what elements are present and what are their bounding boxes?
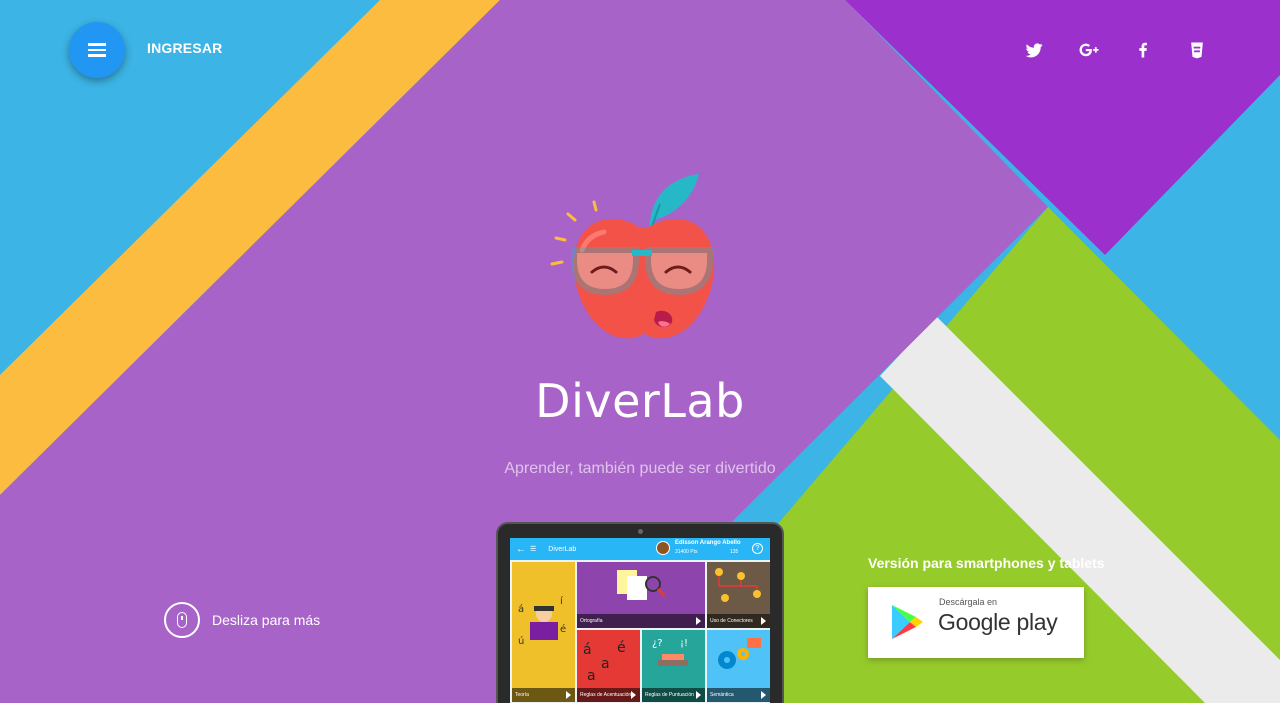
tile-semantica: Semántica: [707, 630, 770, 702]
tablet-camera: [638, 529, 643, 534]
apple-logo-icon: [550, 174, 715, 339]
magnifier-illustration-icon: [617, 570, 667, 600]
letters-illustration-icon: á a é a: [583, 640, 626, 684]
svg-text:a: a: [587, 668, 596, 684]
help-icon: ?: [752, 543, 763, 554]
user-name: Edisson Arango Abello: [675, 540, 741, 546]
hamburger-menu-icon: [88, 42, 106, 59]
svg-text:¡!: ¡!: [680, 638, 688, 649]
tile-caption: Uso de Conectores: [707, 614, 770, 628]
tile-puntuacion: ¿? ¡! Reglas de Puntuación: [642, 630, 705, 702]
blog-icon[interactable]: [1185, 38, 1209, 62]
reader-illustration-icon: á é ú í: [518, 595, 566, 647]
version-text: Versión para smartphones y tablets: [868, 555, 1105, 571]
user-points: 31400 Pts: [675, 549, 698, 555]
tablet-preview: ← ☰ DiverLab Edisson Arango Abello 31400…: [496, 522, 784, 703]
app-title: DiverLab: [548, 545, 577, 553]
play-arrow-icon: [761, 617, 766, 625]
play-arrow-icon: [566, 691, 571, 699]
tile-conectores: Uso de Conectores: [707, 562, 770, 628]
tile-caption: Semántica: [707, 688, 770, 702]
badge-small-text: Descárgala en: [939, 597, 998, 607]
google-play-badge[interactable]: Descárgala en Google play: [868, 587, 1084, 658]
app-screen: ← ☰ DiverLab Edisson Arango Abello 31400…: [510, 538, 770, 703]
play-arrow-icon: [631, 691, 636, 699]
svg-text:¿?: ¿?: [652, 638, 663, 649]
login-link[interactable]: INGRESAR: [147, 40, 223, 56]
brand-title: DiverLab: [535, 374, 745, 428]
tile-caption: Reglas de Acentuación: [577, 688, 640, 702]
punctuation-illustration-icon: ¿? ¡!: [652, 638, 688, 666]
scroll-hint-label: Desliza para más: [212, 612, 321, 628]
play-arrow-icon: [696, 617, 701, 625]
coins-count: 135: [730, 549, 739, 555]
tile-caption: Teoría: [512, 688, 575, 702]
tile-caption: Ortografía: [577, 614, 705, 628]
app-menu-icon: ☰: [530, 546, 537, 553]
tile-caption: Reglas de Puntuación: [642, 688, 705, 702]
mouse-icon: [164, 602, 200, 638]
badge-big-text: Google play: [938, 609, 1058, 635]
svg-text:a: a: [601, 656, 610, 672]
svg-text:ú: ú: [518, 635, 524, 647]
bulbs-illustration-icon: [715, 568, 761, 602]
tile-acentuacion: á a é a Reglas de Acentuación: [577, 630, 640, 702]
back-arrow-icon: ←: [516, 543, 526, 555]
play-arrow-icon: [696, 691, 701, 699]
svg-text:á: á: [583, 642, 592, 658]
svg-text:é: é: [560, 623, 566, 635]
twitter-icon[interactable]: [1022, 38, 1046, 62]
menu-button[interactable]: [69, 22, 125, 78]
tile-teoria: á é ú í Teoría: [512, 562, 575, 702]
play-arrow-icon: [761, 691, 766, 699]
svg-text:í: í: [560, 595, 564, 607]
scroll-hint[interactable]: Desliza para más: [164, 602, 320, 638]
svg-text:á: á: [518, 603, 524, 615]
app-bar: ← ☰ DiverLab Edisson Arango Abello 31400…: [510, 538, 770, 560]
gears-illustration-icon: [718, 638, 761, 669]
google-plus-icon[interactable]: [1077, 38, 1101, 62]
tagline: Aprender, también puede ser divertido: [504, 460, 776, 477]
tile-ortografia: Ortografía: [577, 562, 705, 628]
facebook-icon[interactable]: [1131, 38, 1155, 62]
svg-text:é: é: [617, 640, 626, 656]
google-play-icon: [892, 605, 923, 639]
avatar: [656, 541, 670, 555]
